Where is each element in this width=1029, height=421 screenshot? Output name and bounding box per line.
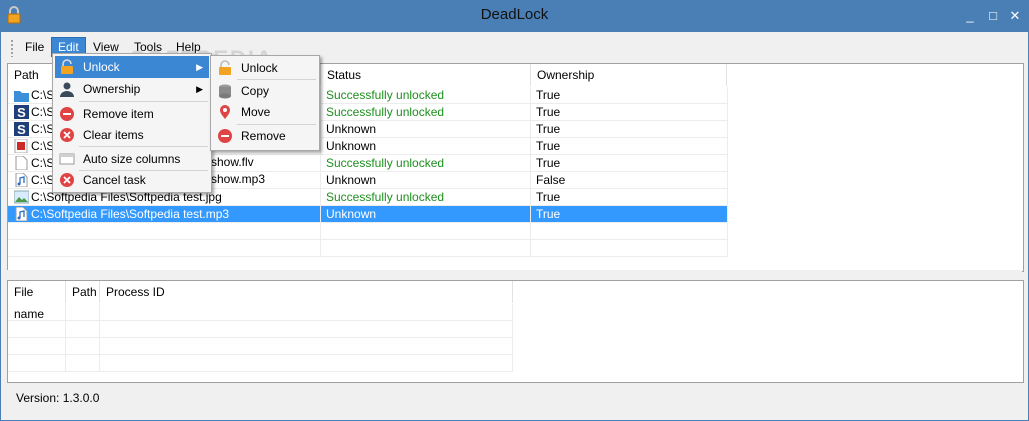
- unlock-submenu-move[interactable]: Move: [213, 101, 317, 123]
- softpedia-s-icon: S: [14, 105, 29, 119]
- table-row[interactable]: [8, 321, 513, 338]
- edit-menu: Unlock ▶ Ownership ▶ Remove item Clear i…: [52, 53, 212, 193]
- minus-circle-icon: [60, 107, 74, 121]
- lock-icon: [61, 59, 73, 74]
- empty-cell: [66, 304, 100, 320]
- table-row[interactable]: [8, 355, 513, 372]
- window-title: DeadLock: [480, 6, 549, 23]
- pdf-icon: [14, 139, 28, 153]
- columns-icon: [59, 153, 75, 165]
- cell-status: [321, 240, 531, 256]
- location-pin-icon: [220, 105, 230, 119]
- user-icon: [60, 82, 74, 97]
- col-header-file-name[interactable]: File name: [8, 281, 66, 321]
- menu-separator: [79, 101, 208, 102]
- cell-status: Successfully unlocked: [321, 87, 531, 103]
- col-header-process-path[interactable]: Path: [66, 281, 100, 303]
- cell-ownership: True: [531, 104, 728, 120]
- cell-status: Unknown: [321, 172, 531, 188]
- empty-cell: [100, 304, 513, 320]
- process-table[interactable]: File name Path Process ID: [7, 280, 1024, 383]
- cell-status: Unknown: [321, 138, 531, 154]
- lock-icon: [219, 60, 231, 75]
- splitter[interactable]: [7, 270, 1022, 278]
- col-header-ownership[interactable]: Ownership: [531, 64, 727, 86]
- cell-ownership: True: [531, 138, 728, 154]
- cell-ownership: [531, 223, 728, 239]
- cell-ownership: True: [531, 121, 728, 137]
- unlock-submenu-copy[interactable]: Copy: [213, 80, 317, 102]
- close-button[interactable]: ✕: [1007, 8, 1023, 24]
- cell-status: Successfully unlocked: [321, 189, 531, 205]
- menu-file[interactable]: File: [19, 38, 50, 56]
- cell-ownership: [531, 240, 728, 256]
- submenu-arrow-icon: ▶: [196, 84, 203, 94]
- edit-menu-ownership[interactable]: Ownership ▶: [55, 78, 209, 100]
- col-header-status[interactable]: Status: [321, 64, 531, 86]
- audio-file-icon: [15, 207, 28, 221]
- cell-status: Unknown: [321, 206, 531, 222]
- softpedia-s-icon: S: [14, 122, 29, 136]
- empty-cell: [100, 338, 513, 354]
- audio-file-icon: [15, 173, 28, 187]
- cell-status: [321, 223, 531, 239]
- empty-cell: [100, 321, 513, 337]
- maximize-button[interactable]: □: [985, 8, 1001, 24]
- cell-status: Unknown: [321, 121, 531, 137]
- unlock-submenu: Unlock Copy Move Remove: [210, 55, 320, 151]
- cell-ownership: False: [531, 172, 728, 188]
- unlock-submenu-unlock[interactable]: Unlock: [213, 57, 317, 79]
- cell-path: [8, 223, 321, 239]
- col-header-process-id[interactable]: Process ID: [100, 281, 513, 303]
- empty-cell: [8, 338, 66, 354]
- menu-separator: [79, 146, 208, 147]
- table-row[interactable]: [8, 338, 513, 355]
- empty-cell: [66, 355, 100, 371]
- title-bar[interactable]: DeadLock _ □ ✕: [0, 0, 1029, 32]
- version-label: Version: 1.3.0.0: [16, 391, 100, 405]
- table-row[interactable]: C:\Softpedia Files\Softpedia test.mp3 Unk…: [8, 206, 728, 223]
- table-row[interactable]: [8, 240, 728, 257]
- empty-cell: [66, 338, 100, 354]
- minus-circle-icon: [218, 129, 232, 143]
- x-circle-icon: [60, 128, 74, 142]
- table-row[interactable]: [8, 223, 728, 240]
- empty-cell: [8, 304, 66, 320]
- cell-ownership: True: [531, 87, 728, 103]
- edit-menu-auto-size-columns[interactable]: Auto size columns: [55, 148, 209, 170]
- edit-menu-cancel-task[interactable]: Cancel task: [55, 169, 209, 191]
- edit-menu-clear-items[interactable]: Clear items: [55, 124, 209, 146]
- empty-cell: [8, 321, 66, 337]
- unlock-submenu-remove[interactable]: Remove: [213, 125, 317, 147]
- cell-ownership: True: [531, 155, 728, 171]
- folder-icon: [14, 91, 29, 102]
- cell-path: C:\Softpedia Files\Softpedia test.mp3: [8, 206, 321, 222]
- x-circle-icon: [60, 173, 74, 187]
- svg-text:S: S: [17, 105, 26, 119]
- submenu-arrow-icon: ▶: [196, 62, 203, 72]
- empty-cell: [66, 321, 100, 337]
- svg-text:S: S: [17, 122, 26, 136]
- cell-status: Successfully unlocked: [321, 104, 531, 120]
- database-icon: [219, 84, 231, 99]
- edit-menu-unlock[interactable]: Unlock ▶: [55, 56, 209, 78]
- cell-path: [8, 240, 321, 256]
- table-row[interactable]: [8, 304, 513, 321]
- minimize-button[interactable]: _: [962, 8, 978, 24]
- toolbar-grip[interactable]: [10, 39, 14, 57]
- image-file-icon: [14, 190, 29, 204]
- empty-cell: [100, 355, 513, 371]
- blank-file-icon: [15, 156, 28, 170]
- cell-status: Successfully unlocked: [321, 155, 531, 171]
- cell-ownership: True: [531, 189, 728, 205]
- cell-ownership: True: [531, 206, 728, 222]
- empty-cell: [8, 355, 66, 371]
- edit-menu-remove-item[interactable]: Remove item: [55, 103, 209, 125]
